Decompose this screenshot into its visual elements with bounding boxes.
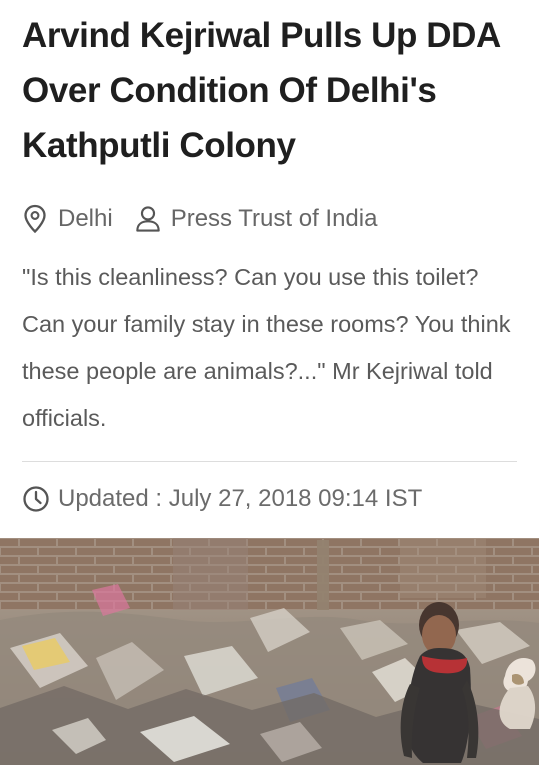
article-summary: "Is this cleanliness? Can you use this t… [22, 264, 511, 431]
article-hero-image[interactable] [0, 538, 539, 765]
article: Arvind Kejriwal Pulls Up DDA Over Condit… [0, 0, 539, 765]
location-pin-icon [22, 204, 48, 234]
article-meta: Delhi Press Trust of India [22, 202, 377, 236]
source-label: Press Trust of India [170, 205, 378, 232]
person-icon [135, 204, 161, 234]
clock-icon [22, 485, 50, 513]
updated-meta: Updated : July 27, 2018 09:14 IST [22, 481, 422, 517]
location-meta[interactable]: Delhi [22, 204, 113, 234]
article-headline[interactable]: Arvind Kejriwal Pulls Up DDA Over Condit… [22, 8, 522, 173]
location-label: Delhi [58, 205, 113, 232]
source-meta[interactable]: Press Trust of India [135, 204, 378, 234]
updated-timestamp: Updated : July 27, 2018 09:14 IST [58, 485, 423, 512]
section-divider [22, 461, 517, 462]
